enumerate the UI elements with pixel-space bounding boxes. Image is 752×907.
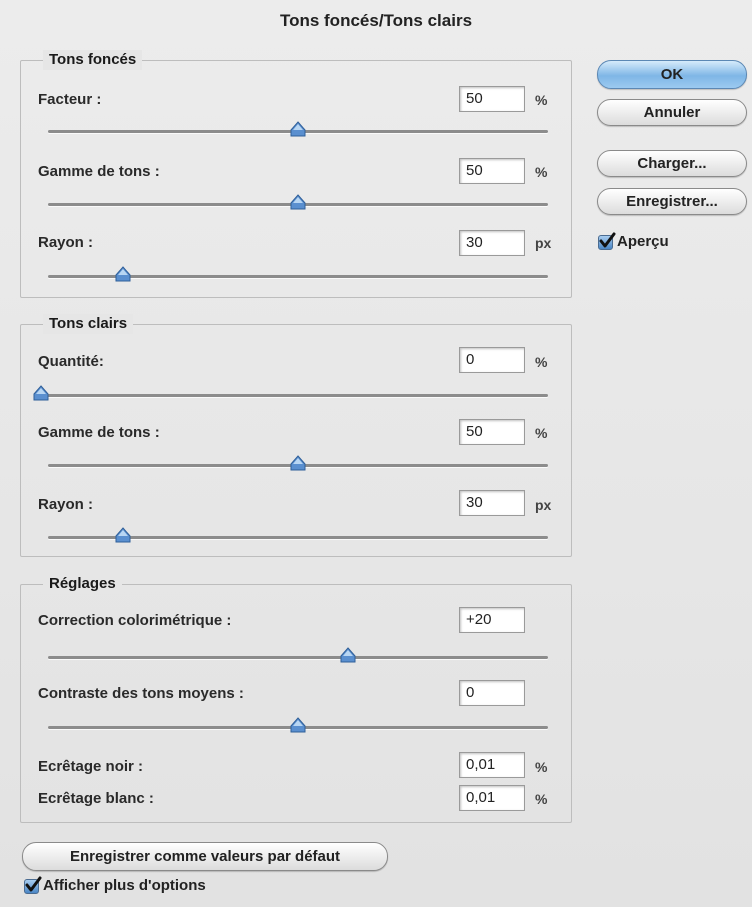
black-clip-label: Ecrêtage noir : — [38, 758, 144, 775]
highlights-legend: Tons clairs — [43, 314, 134, 334]
black-clip-field[interactable]: 0,01 — [459, 752, 525, 778]
checkmark-icon — [598, 232, 616, 250]
shadows-amount-label: Facteur : — [38, 91, 102, 108]
more-options-checkbox[interactable]: Afficher plus d'options — [24, 876, 206, 896]
shadows-radius-field[interactable]: 30 — [459, 230, 525, 256]
shadows-group: Tons foncés Facteur : 50 % Gamme de tons… — [20, 50, 572, 298]
preview-checkbox[interactable]: Aperçu — [598, 232, 669, 252]
highlights-amount-slider-track[interactable] — [41, 394, 548, 397]
shadows-radius-unit: px — [535, 235, 552, 251]
white-clip-label: Ecrêtage blanc : — [38, 790, 154, 807]
shadows-tonal-width-unit: % — [535, 164, 548, 180]
midtone-contrast-field[interactable]: 0 — [459, 680, 525, 706]
color-correction-slider-track[interactable] — [48, 656, 548, 659]
black-clip-unit: % — [535, 759, 548, 775]
highlights-amount-label: Quantité: — [38, 353, 104, 370]
highlights-amount-field[interactable]: 0 — [459, 347, 525, 373]
checkmark-icon — [24, 876, 42, 894]
shadows-tonal-width-label: Gamme de tons : — [38, 163, 160, 180]
shadows-tonal-width-field[interactable]: 50 — [459, 158, 525, 184]
shadows-amount-unit: % — [535, 92, 548, 108]
highlights-tonal-width-field[interactable]: 50 — [459, 419, 525, 445]
highlights-group: Tons clairs Quantité: 0 % Gamme de tons … — [20, 314, 572, 557]
highlights-tonal-width-label: Gamme de tons : — [38, 424, 160, 441]
save-button[interactable]: Enregistrer... — [597, 188, 747, 215]
ok-button[interactable]: OK — [597, 60, 747, 89]
highlights-radius-label: Rayon : — [38, 496, 94, 513]
shadows-legend: Tons foncés — [43, 50, 143, 70]
cancel-button[interactable]: Annuler — [597, 99, 747, 126]
save-defaults-button[interactable]: Enregistrer comme valeurs par défaut — [22, 842, 388, 871]
color-correction-label: Correction colorimétrique : — [38, 612, 232, 629]
shadows-radius-label: Rayon : — [38, 234, 94, 251]
color-correction-field[interactable]: +20 — [459, 607, 525, 633]
shadows-amount-field[interactable]: 50 — [459, 86, 525, 112]
white-clip-unit: % — [535, 791, 548, 807]
dialog-title: Tons foncés/Tons clairs — [279, 11, 473, 30]
highlights-amount-unit: % — [535, 354, 548, 370]
highlights-tonal-width-unit: % — [535, 425, 548, 441]
adjustments-group: Réglages Correction colorimétrique : +20… — [20, 574, 572, 823]
load-button[interactable]: Charger... — [597, 150, 747, 177]
shadows-highlights-dialog: Tons foncés/Tons clairs Tons foncés Fact… — [0, 0, 752, 907]
adjustments-legend: Réglages — [43, 574, 122, 594]
highlights-radius-unit: px — [535, 497, 552, 513]
midtone-contrast-label: Contraste des tons moyens : — [38, 685, 244, 702]
white-clip-field[interactable]: 0,01 — [459, 785, 525, 811]
highlights-radius-field[interactable]: 30 — [459, 490, 525, 516]
more-options-label: Afficher plus d'options — [43, 877, 206, 894]
preview-label: Aperçu — [617, 233, 669, 250]
